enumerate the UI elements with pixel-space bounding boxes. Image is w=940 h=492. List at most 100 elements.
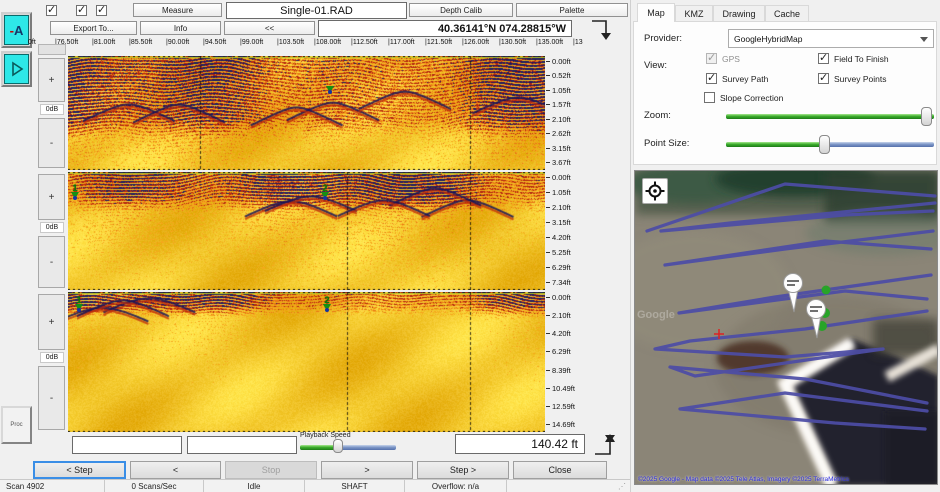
gain-minus-button-3[interactable]: -: [38, 366, 65, 430]
depth-tick-label: 1.57ft: [546, 100, 592, 109]
gain-minus-button-1[interactable]: -: [38, 118, 65, 168]
play-mode-button[interactable]: [1, 51, 32, 87]
map-canvas[interactable]: [635, 171, 938, 485]
step-forward-button[interactable]: Step >: [417, 461, 509, 479]
slider-thumb[interactable]: [921, 107, 932, 126]
gps-locate-icon: [645, 181, 665, 201]
toolbar-checkbox-3[interactable]: ✓: [96, 5, 107, 16]
tab-drawing[interactable]: Drawing: [713, 5, 765, 21]
gain-value-label-2: 0dB: [40, 222, 64, 233]
survey-path-checkbox[interactable]: ✓: [706, 73, 717, 84]
map-view[interactable]: Google ©2025 Google - Map data ©2025 Tel…: [634, 170, 938, 485]
marker-arrow-icon: [75, 304, 83, 311]
depth-tick-label: 2.62ft: [546, 129, 592, 138]
depth-tick-label: 2.10ft: [546, 311, 592, 320]
playback-speed-slider[interactable]: [300, 444, 396, 451]
provider-label: Provider:: [644, 33, 682, 44]
ruler-tick-label: |81.00ft: [92, 39, 115, 46]
annotation-icon: --AA: [4, 15, 29, 45]
tab-map[interactable]: Map: [637, 3, 675, 22]
measure-button[interactable]: Measure: [133, 3, 222, 17]
depth-scale-1: 0.00ft 0.52ft 1.05ft 1.57ft 2.10ft 2.62f…: [546, 57, 592, 167]
point-size-slider[interactable]: [726, 141, 934, 148]
radargram-panel-2[interactable]: 1 2: [68, 172, 545, 290]
resize-grip[interactable]: ⋰: [618, 482, 626, 491]
radargram-panel-1[interactable]: [68, 56, 545, 170]
slider-thumb[interactable]: [819, 135, 830, 154]
target-marker[interactable]: 2: [320, 184, 330, 199]
slope-correction-label: Slope Correction: [720, 93, 783, 103]
proc-button[interactable]: Proc: [1, 406, 32, 444]
palette-button[interactable]: Palette: [516, 3, 628, 17]
survey-points-label: Survey Points: [834, 74, 886, 84]
slider-thumb[interactable]: [333, 439, 343, 453]
field-to-finish-label: Field To Finish: [834, 54, 889, 64]
close-button[interactable]: Close: [513, 461, 607, 479]
marker-arrow-icon: [323, 304, 331, 311]
stop-button[interactable]: Stop: [225, 461, 317, 479]
collapse-button[interactable]: <<: [224, 21, 315, 35]
depth-tick-label: 3.15ft: [546, 218, 592, 227]
toolbar-checkbox-2[interactable]: ✓: [76, 5, 87, 16]
step-back-button[interactable]: < Step: [33, 461, 126, 479]
filename-field[interactable]: Single-01.RAD: [226, 2, 407, 19]
back-button[interactable]: <: [130, 461, 221, 479]
target-marker[interactable]: 1: [74, 296, 84, 311]
gain-minus-button-2[interactable]: -: [38, 236, 65, 288]
marker-number: 1: [70, 184, 80, 192]
ruler-tick-label: |112.50ft: [351, 39, 378, 46]
depth-tick-label: 0.00ft: [546, 173, 592, 182]
position-input-2[interactable]: [187, 436, 297, 454]
radargram-canvas-1[interactable]: [68, 56, 545, 170]
depth-tick-label: 1.05ft: [546, 188, 592, 197]
status-state: Idle: [204, 480, 305, 492]
survey-points-checkbox[interactable]: ✓: [818, 73, 829, 84]
ruler-tick-label: |126.00ft: [462, 39, 489, 46]
tab-cache[interactable]: Cache: [765, 5, 809, 21]
field-to-finish-checkbox[interactable]: ✓: [818, 53, 829, 64]
map-tab-page: Provider: GoogleHybridMap View: ✓ GPS ✓ …: [633, 21, 937, 165]
radargram-canvas-2[interactable]: [68, 172, 545, 290]
zoom-slider[interactable]: [726, 113, 934, 120]
export-to-button[interactable]: Export To...: [50, 21, 137, 35]
target-marker[interactable]: [325, 86, 335, 93]
ruler-tick-label: |90.00ft: [166, 39, 189, 46]
radargram-canvas-3[interactable]: [68, 292, 545, 432]
scroll-down-arrow-icon[interactable]: [584, 18, 618, 42]
depth-calib-button[interactable]: Depth Calib: [409, 3, 513, 17]
gpr-application-window: --AA Proc ✓ ✓ ✓ Measure Single-01.RAD De…: [0, 0, 940, 492]
marker-number: 2: [322, 296, 332, 304]
gain-plus-button-2[interactable]: +: [38, 174, 65, 220]
depth-tick-label: 7.34ft: [546, 278, 592, 287]
depth-tick-label: 1.05ft: [546, 86, 592, 95]
position-input-1[interactable]: [72, 436, 182, 454]
depth-tick-label: 12.59ft: [546, 402, 592, 411]
provider-value: GoogleHybridMap: [734, 34, 803, 44]
map-copyright: ©2025 Google - Map data ©2025 Tele Atlas…: [638, 476, 849, 483]
map-settings-panel: Map KMZ Drawing Cache Provider: GoogleHy…: [630, 0, 940, 492]
info-button[interactable]: Info: [140, 21, 221, 35]
slider-fill: [726, 142, 824, 147]
slope-correction-checkbox[interactable]: ✓: [704, 92, 715, 103]
check-icon: ✓: [819, 51, 828, 64]
gain-plus-button-1[interactable]: +: [38, 58, 65, 102]
provider-dropdown[interactable]: GoogleHybridMap: [728, 29, 934, 48]
gain-plus-button-3[interactable]: +: [38, 294, 65, 350]
gain-value-label-3: 0dB: [40, 352, 64, 363]
forward-button[interactable]: >: [321, 461, 413, 479]
ruler-tick-label: |85.50ft: [129, 39, 152, 46]
check-icon: ✓: [819, 71, 828, 84]
status-project: SHAFT: [305, 480, 405, 492]
tab-kmz[interactable]: KMZ: [675, 5, 713, 21]
check-icon: ✓: [707, 71, 716, 84]
depth-tick-label: 0.00ft: [546, 57, 592, 66]
depth-tick-label: 4.20ft: [546, 233, 592, 242]
target-marker[interactable]: 1: [70, 184, 80, 199]
radargram-panel-3[interactable]: 1 2: [68, 292, 545, 432]
scroll-up-arrow-icon[interactable]: [592, 432, 624, 458]
chevron-down-icon: [920, 37, 928, 42]
gps-locate-button[interactable]: [642, 178, 668, 204]
toolbar-checkbox-1[interactable]: ✓: [46, 5, 57, 16]
target-marker[interactable]: 2: [322, 296, 332, 311]
gps-checkbox[interactable]: ✓: [706, 53, 717, 64]
